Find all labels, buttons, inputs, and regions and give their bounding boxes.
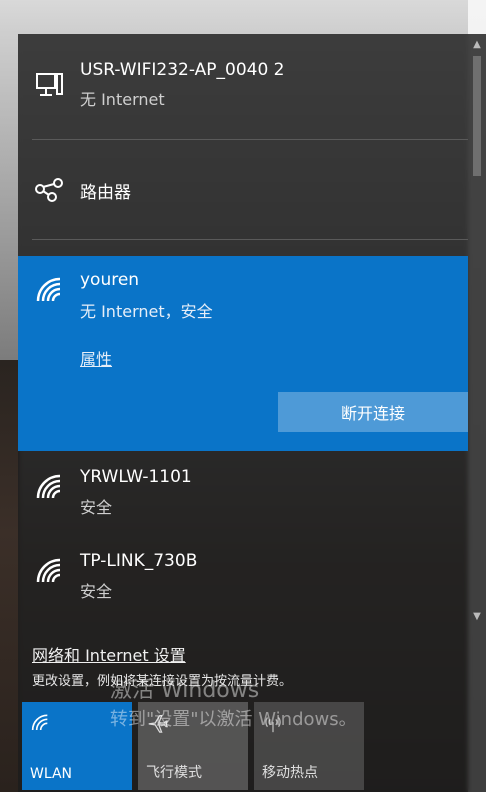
network-name: TP-LINK_730B (80, 551, 198, 571)
activation-watermark-text: 转到"设置"以激活 Windows。 (110, 709, 357, 730)
network-item-youren[interactable]: youren 无 Internet，安全 属性 断开连接 (18, 256, 468, 451)
scroll-thumb[interactable] (473, 56, 481, 176)
network-name: 路由器 (80, 183, 131, 203)
desktop-background-left (0, 360, 20, 792)
network-status: 无 Internet，安全 (80, 302, 213, 321)
network-settings-link[interactable]: 网络和 Internet 设置 (32, 642, 186, 666)
network-status: 安全 (80, 498, 113, 517)
wlan-label: WLAN (30, 766, 73, 782)
network-item-tp-link[interactable]: TP-LINK_730B 安全 (18, 535, 468, 619)
mobile-hotspot-label: 移动热点 (262, 765, 318, 781)
network-flyout: USR-WIFI232-AP_0040 2 无 Internet 路由器 you… (18, 34, 486, 792)
network-item-router[interactable]: 路由器 (18, 140, 468, 240)
divider (32, 239, 468, 240)
network-item-usr-wifi[interactable]: USR-WIFI232-AP_0040 2 无 Internet (18, 34, 468, 140)
network-item-yrwlw[interactable]: YRWLW-1101 安全 (18, 451, 468, 535)
router-icon (32, 174, 66, 204)
network-name: USR-WIFI232-AP_0040 2 (80, 60, 285, 80)
wifi-icon (32, 471, 66, 501)
wifi-icon (32, 555, 66, 585)
activation-watermark-title: 激活 Windows (110, 678, 260, 703)
wifi-icon (30, 712, 52, 734)
ethernet-pc-icon (32, 70, 66, 100)
scroll-down-icon[interactable]: ▼ (469, 608, 485, 624)
network-status: 无 Internet (80, 90, 165, 109)
airplane-mode-label: 飞行模式 (146, 765, 202, 781)
scroll-up-icon[interactable]: ▲ (469, 36, 485, 52)
disconnect-button[interactable]: 断开连接 (278, 392, 468, 432)
network-status: 安全 (80, 582, 113, 601)
network-name: YRWLW-1101 (80, 467, 192, 487)
network-name: youren (80, 270, 140, 290)
wifi-icon (32, 274, 66, 304)
properties-link[interactable]: 属性 (80, 346, 112, 370)
network-list-scrollbar[interactable]: ▲ ▼ (469, 34, 485, 624)
